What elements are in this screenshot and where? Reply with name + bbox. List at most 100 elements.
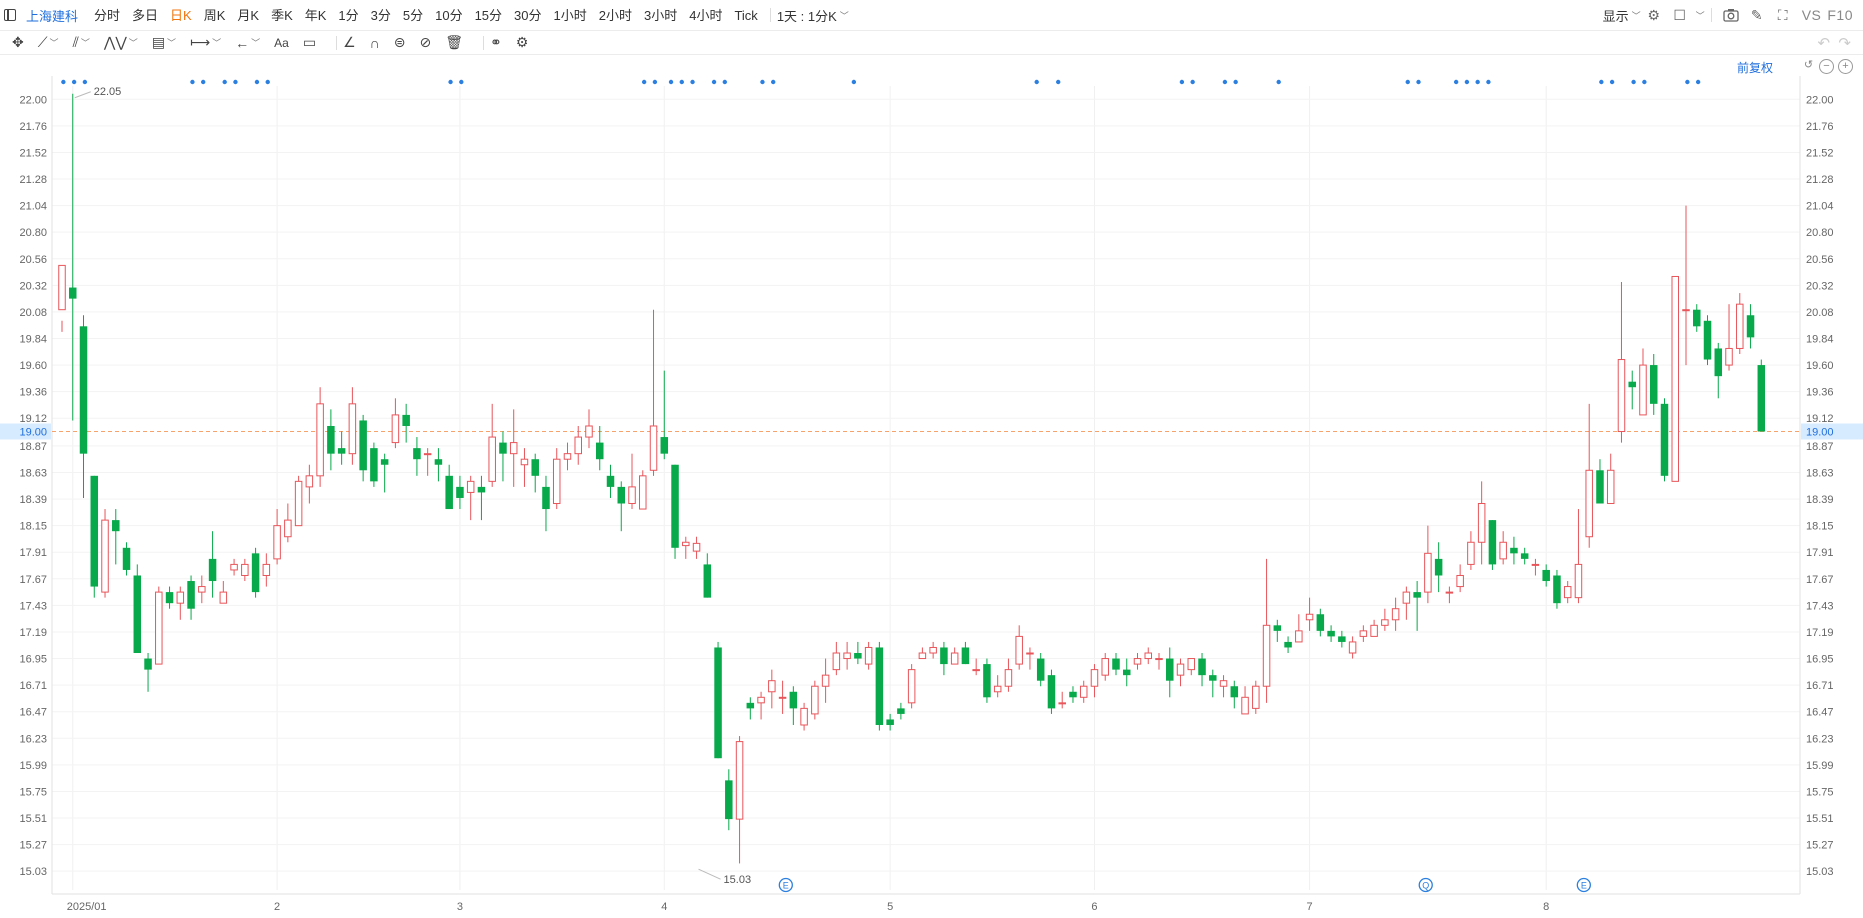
redo-icon[interactable]: ↷ xyxy=(1838,34,1851,52)
event-dot-marker xyxy=(722,79,728,85)
candle xyxy=(757,691,765,720)
event-dot-marker xyxy=(1685,79,1690,85)
camera-icon[interactable] xyxy=(1721,5,1741,25)
interval-tab[interactable]: 1分 xyxy=(338,8,358,23)
chevron-down-icon[interactable]: ﹀ xyxy=(1696,9,1705,22)
range-label: 1天 : 1分K xyxy=(776,8,837,24)
candle-body xyxy=(509,442,518,455)
arrow-tool[interactable]: ← ﹀ xyxy=(235,35,260,51)
interval-tab[interactable]: 1小时 xyxy=(554,8,587,23)
candle-body xyxy=(1219,680,1228,687)
trend-line-tool[interactable]: ⟋ ﹀ xyxy=(38,34,59,51)
pencil-icon[interactable]: ✎ xyxy=(1747,5,1767,25)
interval-tab[interactable]: 10分 xyxy=(435,8,462,23)
sidebar-toggle-icon[interactable] xyxy=(4,9,16,21)
text-tool-icon[interactable]: Aa xyxy=(274,36,289,50)
candle xyxy=(725,769,733,831)
channel-tool[interactable]: ⫽ ﹀ xyxy=(73,34,90,51)
candle xyxy=(552,448,561,510)
candle xyxy=(488,403,496,487)
event-dot-marker xyxy=(459,79,464,85)
y-tick-label-right: 17.91 xyxy=(1806,547,1834,559)
candlestick-chart[interactable]: 22.00 22.00 21.76 21.76 21.52 21.52 21.28 21.28… xyxy=(0,56,1863,918)
candle-body xyxy=(574,436,582,455)
magnet-icon[interactable]: ∩ xyxy=(370,35,380,51)
interval-tab[interactable]: 月K xyxy=(237,8,259,23)
candle-body xyxy=(187,581,195,609)
display-menu[interactable]: 显示 ﹀ xyxy=(1603,6,1641,25)
candle-body xyxy=(875,647,884,725)
settings-gear-icon[interactable]: ⚙ xyxy=(1644,5,1664,25)
interval-tab[interactable]: 15分 xyxy=(475,8,502,23)
candle-body xyxy=(1693,309,1701,327)
interval-tab[interactable]: 2小时 xyxy=(599,8,632,23)
symbol-name[interactable]: 上海建科 xyxy=(26,6,78,25)
candle xyxy=(1381,608,1389,631)
y-tick-label-left: 20.80 xyxy=(19,227,47,239)
range-selector[interactable]: 1天 : 1分K ﹀ xyxy=(777,6,849,25)
candle xyxy=(1596,459,1604,504)
candle xyxy=(628,453,636,510)
y-tick-label-left: 18.87 xyxy=(19,441,47,453)
undo-icon[interactable]: ↶ xyxy=(1818,34,1831,52)
lock-icon[interactable]: ⊜ xyxy=(394,34,406,51)
candle xyxy=(1348,636,1357,659)
candle xyxy=(1714,342,1723,399)
y-tick-label-left: 19.84 xyxy=(19,333,47,345)
candle xyxy=(1198,653,1206,687)
interval-tab[interactable]: 季K xyxy=(271,8,293,23)
angle-icon[interactable]: ∠ xyxy=(343,34,356,51)
f10-button[interactable]: F10 xyxy=(1827,7,1853,23)
interval-tab[interactable]: 年K xyxy=(305,8,327,23)
candle-body xyxy=(359,420,367,471)
event-dot-marker xyxy=(1056,79,1061,85)
vs-button[interactable]: VS xyxy=(1802,7,1822,23)
interval-tab[interactable]: 30分 xyxy=(514,8,541,23)
candle xyxy=(348,387,357,465)
candle-body xyxy=(1553,575,1561,604)
candle xyxy=(402,403,410,443)
candle xyxy=(1563,581,1572,604)
undo-redo: ↶ ↷ xyxy=(1818,31,1852,55)
drawing-toolbar: ✥ ⟋ ﹀ ⫽ ﹀ ⋀⋁ ﹀ ▤ ﹀ ⟼ ﹀ ← ﹀ Aa ▭ ∠ ∩ ⊜ ⊘ 🗑 ⚭ ⚙ … xyxy=(0,31,1863,55)
candle xyxy=(972,658,980,676)
candle-body xyxy=(596,442,604,460)
candle-body xyxy=(1079,685,1088,698)
event-dot-marker xyxy=(1034,79,1039,85)
candle xyxy=(1338,630,1346,648)
candle-body xyxy=(1531,563,1540,566)
candle-body xyxy=(1305,613,1314,621)
layout-square-icon[interactable]: ☐ xyxy=(1670,5,1690,25)
interval-tab[interactable]: 3小时 xyxy=(644,8,677,23)
interval-tab[interactable]: Tick xyxy=(734,8,757,23)
candle xyxy=(854,641,862,665)
candle-body xyxy=(832,652,841,671)
candle-body xyxy=(800,707,808,726)
pattern-tool[interactable]: ⋀⋁ ﹀ xyxy=(104,34,138,51)
candle xyxy=(1542,564,1550,587)
interval-tab[interactable]: 3分 xyxy=(371,8,391,23)
crosshair-move-icon[interactable]: ✥ xyxy=(12,34,24,51)
hide-icon[interactable]: ⊘ xyxy=(419,34,431,51)
candle xyxy=(1736,293,1744,354)
interval-tab[interactable]: 4小时 xyxy=(689,8,722,23)
interval-tab[interactable]: 分时 xyxy=(94,8,120,23)
candle-body xyxy=(1563,586,1572,599)
measure-tool[interactable]: ▤ ﹀ xyxy=(152,34,176,51)
link-icon[interactable]: ⚭ xyxy=(490,34,502,51)
candle xyxy=(1510,536,1518,565)
fullscreen-icon[interactable]: ⛶ xyxy=(1773,5,1793,25)
candle-body xyxy=(1671,275,1679,482)
interval-tab[interactable]: 日K xyxy=(170,8,192,23)
candle xyxy=(509,409,518,487)
interval-tab[interactable]: 5分 xyxy=(403,8,423,23)
trash-icon[interactable]: 🗑 xyxy=(445,34,463,51)
interval-tab[interactable]: 周K xyxy=(204,8,226,23)
settings-icon[interactable]: ⚙ xyxy=(516,34,529,51)
candle xyxy=(155,586,163,665)
range-tool[interactable]: ⟼ ﹀ xyxy=(190,34,221,51)
interval-tab[interactable]: 多日 xyxy=(132,8,158,23)
candle xyxy=(585,409,593,449)
comment-icon[interactable]: ▭ xyxy=(303,34,316,51)
candle xyxy=(714,641,722,759)
